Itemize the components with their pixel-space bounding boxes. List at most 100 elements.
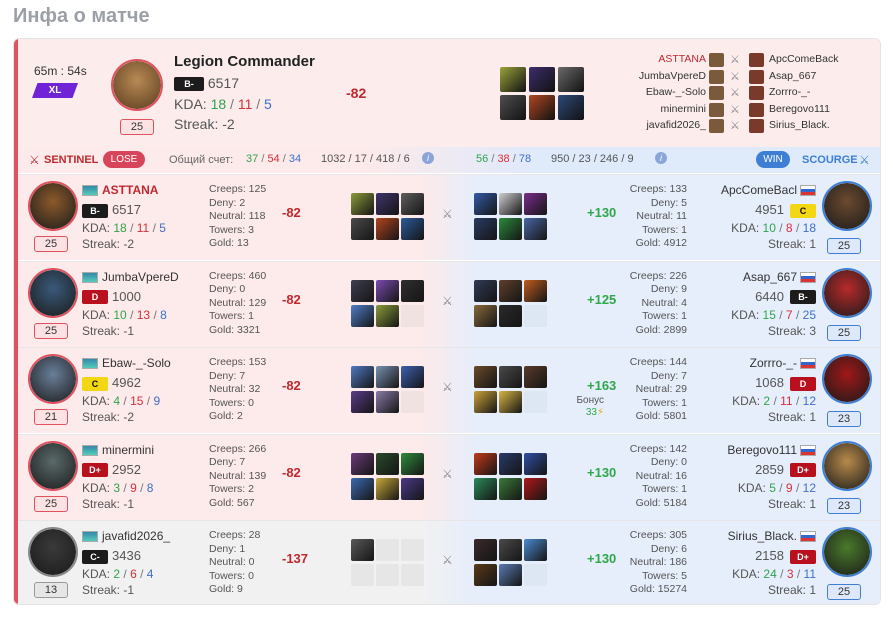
item-icon[interactable] [558, 95, 584, 120]
item-icon[interactable] [474, 304, 497, 327]
hero-portrait-icon [709, 86, 724, 100]
lineup-scourge-name[interactable]: Sirius_Black. [769, 119, 830, 131]
player-name[interactable]: Sirius_Black. [728, 529, 816, 543]
player-name[interactable]: Asap_667 [743, 270, 816, 284]
item-icon[interactable] [499, 218, 522, 240]
player-name[interactable]: javafid2026_ [82, 529, 170, 543]
item-icon[interactable] [376, 279, 399, 302]
match-duration: 65m : 54s [34, 64, 87, 78]
item-icon[interactable] [351, 539, 374, 561]
item-icon[interactable] [474, 477, 497, 500]
player-avatar[interactable] [822, 354, 872, 404]
versus-icon: ⚔ [442, 553, 453, 567]
item-icon[interactable] [499, 304, 522, 327]
player-avatar[interactable] [28, 267, 78, 318]
player-name[interactable]: Beregovo111 [727, 443, 816, 457]
item-icon[interactable] [351, 193, 374, 215]
player-kda: KDA: 2 / 6 / 4 [82, 567, 154, 581]
player-avatar[interactable] [822, 440, 872, 491]
item-icon[interactable] [376, 193, 399, 215]
player-name[interactable]: ASTTANA [82, 183, 158, 197]
item-icon[interactable] [376, 391, 399, 413]
player-name[interactable]: Zorrro-_- [750, 356, 816, 370]
player-rank-line: D+ 2952 [82, 462, 141, 478]
info-icon[interactable]: i [655, 152, 667, 164]
item-icon[interactable] [499, 279, 522, 302]
player-name[interactable]: Ebaw-_-Solo [82, 356, 171, 370]
item-icon[interactable] [376, 477, 399, 500]
item-icon[interactable] [351, 452, 374, 475]
item-icon[interactable] [499, 193, 522, 215]
player-avatar[interactable] [822, 267, 872, 318]
item-icon[interactable] [401, 279, 424, 302]
player-name[interactable]: JumbaVpereD [82, 270, 179, 284]
item-icon[interactable] [474, 218, 497, 240]
player-avatar[interactable] [28, 181, 78, 231]
item-icon[interactable] [376, 452, 399, 475]
player-row: 25 JumbaVpereD D 1000 KDA: 10 / 13 / 8 Streak… [14, 260, 880, 347]
item-icon[interactable] [524, 279, 547, 302]
item-icon[interactable] [529, 95, 555, 120]
player-delta: -82 [282, 378, 301, 393]
item-icon[interactable] [351, 391, 374, 413]
item-icon[interactable] [500, 95, 526, 120]
player-delta: -82 [282, 291, 301, 307]
item-icon[interactable] [376, 218, 399, 240]
item-icon[interactable] [351, 366, 374, 388]
item-icon[interactable] [376, 366, 399, 388]
player-name[interactable]: ApcComeBacl [721, 183, 816, 197]
hero-streak: Streak: -2 [174, 116, 235, 132]
item-icon[interactable] [499, 539, 522, 561]
hero-rank-line: B- 6517 [174, 75, 239, 92]
item-icon[interactable] [401, 193, 424, 215]
item-icon[interactable] [401, 452, 424, 475]
item-icon[interactable] [401, 218, 424, 240]
item-icon[interactable] [499, 366, 522, 388]
item-icon[interactable] [499, 564, 522, 586]
lineup-scourge-name[interactable]: Asap_667 [769, 70, 816, 82]
item-icon[interactable] [529, 67, 555, 92]
player-avatar[interactable] [28, 354, 78, 404]
item-icon[interactable] [351, 218, 374, 240]
player-avatar[interactable] [28, 440, 78, 491]
item-icon[interactable] [474, 564, 497, 586]
item-icon[interactable] [524, 218, 547, 240]
item-icon[interactable] [351, 477, 374, 500]
lineup-sentinel-name[interactable]: JumbaVpereD [639, 70, 706, 82]
item-icon[interactable] [351, 304, 374, 327]
lineup-sentinel-name[interactable]: javafid2026_ [646, 119, 706, 131]
item-icon[interactable] [401, 477, 424, 500]
lineup-sentinel-name[interactable]: Ebaw-_-Solo [646, 86, 706, 98]
item-icon[interactable] [401, 366, 424, 388]
item-icon[interactable] [474, 193, 497, 215]
item-icon[interactable] [474, 366, 497, 388]
lineup-sentinel-name[interactable]: minermini [660, 103, 706, 115]
item-icon[interactable] [524, 452, 547, 475]
item-icon[interactable] [474, 539, 497, 561]
lineup-scourge-name[interactable]: Beregovo111 [769, 103, 830, 115]
swords-icon: ⚔ [29, 153, 40, 167]
lineup-scourge-name[interactable]: Zorrro-_- [769, 86, 810, 98]
player-avatar[interactable] [822, 181, 872, 231]
item-icon[interactable] [524, 366, 547, 388]
item-icon[interactable] [376, 304, 399, 327]
versus-icon: ⚔ [730, 120, 740, 132]
player-avatar[interactable] [28, 527, 78, 577]
item-icon[interactable] [524, 193, 547, 215]
lineup-sentinel-name[interactable]: ASTTANA [658, 53, 706, 65]
item-icon[interactable] [474, 452, 497, 475]
item-icon[interactable] [524, 539, 547, 561]
player-avatar[interactable] [822, 527, 872, 577]
item-icon[interactable] [351, 279, 374, 302]
item-icon[interactable] [499, 391, 522, 413]
item-icon[interactable] [558, 67, 584, 92]
player-name[interactable]: minermini [82, 443, 154, 457]
item-icon[interactable] [474, 391, 497, 413]
item-icon[interactable] [500, 67, 526, 92]
info-icon[interactable]: i [422, 152, 434, 164]
lineup-scourge-name[interactable]: ApcComeBack [769, 53, 838, 65]
item-icon[interactable] [524, 477, 547, 500]
item-icon[interactable] [499, 452, 522, 475]
item-icon[interactable] [499, 477, 522, 500]
item-icon[interactable] [474, 279, 497, 302]
